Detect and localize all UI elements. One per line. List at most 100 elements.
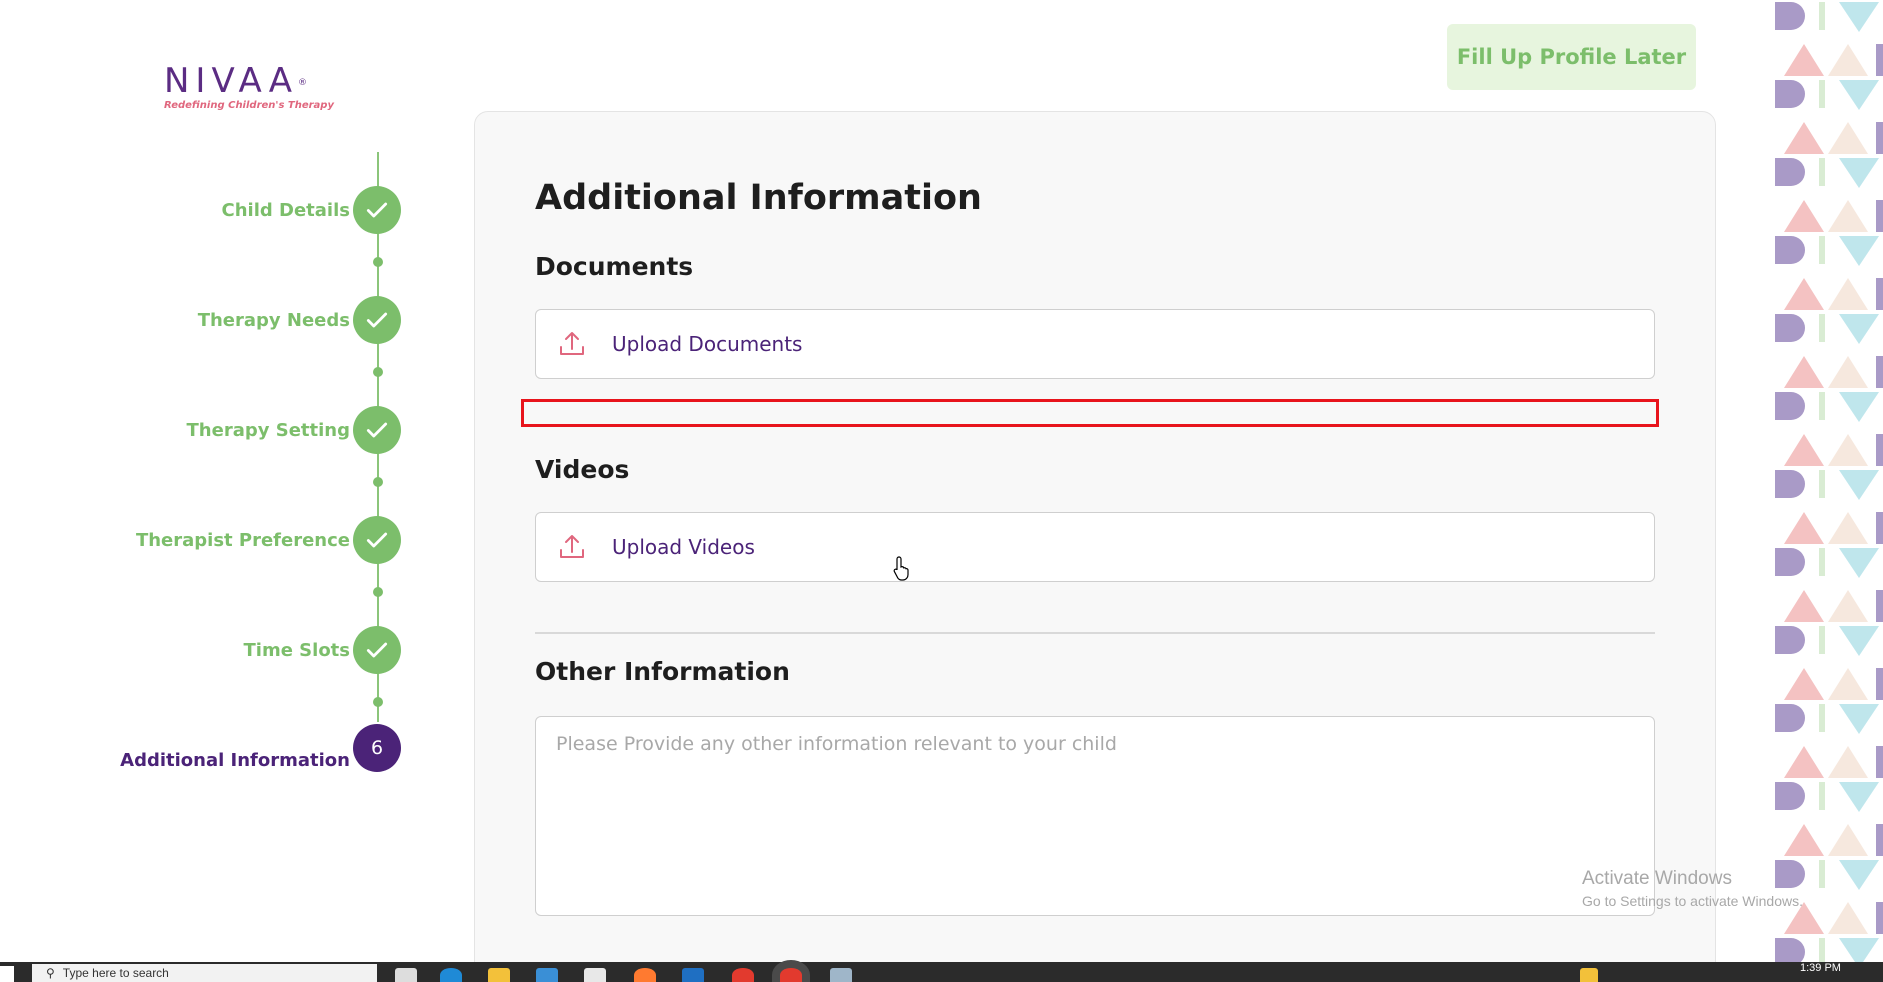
pattern-triangle-up — [1784, 668, 1824, 700]
step-connector-dot — [373, 367, 383, 377]
file-explorer-icon[interactable] — [488, 968, 510, 982]
other-information-textarea[interactable] — [535, 716, 1655, 916]
pattern-triangle-down — [1839, 80, 1879, 110]
pattern-triangle-up — [1828, 278, 1868, 310]
pattern-triangle-up — [1784, 902, 1824, 934]
step-additional-information[interactable]: Additional Information — [120, 736, 380, 784]
check-icon — [353, 626, 401, 674]
edge-browser-icon[interactable] — [440, 968, 462, 982]
step-number-badge: 6 — [353, 724, 401, 772]
pattern-triangle-up — [1828, 44, 1868, 76]
step-connector-dot — [373, 257, 383, 267]
task-view-icon[interactable] — [395, 968, 417, 982]
pattern-triangle-up — [1828, 746, 1868, 778]
pattern-halfround — [1775, 938, 1805, 962]
step-therapy-setting[interactable]: Therapy Setting — [187, 406, 380, 454]
check-icon — [353, 186, 401, 234]
pattern-bar — [1819, 2, 1825, 30]
mail-icon[interactable] — [682, 968, 704, 982]
pattern-bar — [1819, 392, 1825, 420]
pattern-halfround — [1775, 626, 1805, 654]
store-icon[interactable] — [536, 968, 558, 982]
step-connector-dot — [373, 697, 383, 707]
pattern-triangle-up — [1828, 824, 1868, 856]
documents-heading: Documents — [535, 252, 694, 281]
pattern-triangle-down — [1839, 314, 1879, 344]
upload-icon — [556, 531, 588, 563]
taskbar-search[interactable]: ⚲ Type here to search — [32, 964, 377, 982]
pattern-triangle-up — [1828, 512, 1868, 544]
upload-videos-button[interactable]: Upload Videos — [535, 512, 1655, 582]
pattern-triangle-up — [1784, 590, 1824, 622]
app-icon[interactable] — [830, 968, 852, 982]
pattern-bar — [1819, 548, 1825, 576]
pattern-bar — [1819, 938, 1825, 962]
windows-start-icon[interactable] — [0, 966, 14, 982]
pattern-stub — [1876, 200, 1883, 232]
pattern-stub — [1876, 278, 1883, 310]
logo-wordmark: NIVAA® — [164, 61, 308, 101]
upload-documents-button[interactable]: Upload Documents — [535, 309, 1655, 379]
pattern-stub — [1876, 590, 1883, 622]
videos-heading: Videos — [535, 455, 630, 484]
step-label: Therapist Preference — [135, 529, 350, 551]
upload-documents-label: Upload Documents — [612, 332, 803, 356]
step-connector-dot — [373, 477, 383, 487]
pattern-halfround — [1775, 860, 1805, 888]
pattern-halfround — [1775, 314, 1805, 342]
pattern-stub — [1876, 746, 1883, 778]
pattern-triangle-up — [1828, 200, 1868, 232]
pattern-halfround — [1775, 2, 1805, 30]
pattern-stub — [1876, 44, 1883, 76]
firefox-icon[interactable] — [634, 968, 656, 982]
upload-icon — [556, 328, 588, 360]
upload-videos-label: Upload Videos — [612, 535, 755, 559]
geometric-pattern-graphic — [1775, 2, 1883, 962]
pattern-triangle-up — [1784, 512, 1824, 544]
pattern-bar — [1819, 782, 1825, 810]
fill-profile-later-button[interactable]: Fill Up Profile Later — [1447, 24, 1696, 90]
pattern-halfround — [1775, 470, 1805, 498]
hand-cursor-icon — [893, 556, 909, 581]
check-icon — [353, 406, 401, 454]
check-icon — [353, 516, 401, 564]
pattern-stub — [1876, 824, 1883, 856]
pattern-bar — [1819, 704, 1825, 732]
pattern-triangle-up — [1784, 746, 1824, 778]
pattern-triangle-down — [1839, 2, 1879, 32]
notepad-icon[interactable] — [584, 968, 606, 982]
check-icon — [353, 296, 401, 344]
pattern-triangle-up — [1784, 122, 1824, 154]
pattern-bar — [1819, 314, 1825, 342]
brand-logo: NIVAA® Redefining Children's Therapy — [164, 61, 334, 111]
chrome-icon[interactable] — [732, 968, 754, 982]
logo-tagline: Redefining Children's Therapy — [164, 100, 334, 111]
pattern-triangle-down — [1839, 548, 1879, 578]
pattern-bar — [1819, 860, 1825, 888]
highlight-box — [521, 399, 1659, 427]
pattern-triangle-up — [1784, 824, 1824, 856]
pattern-triangle-up — [1784, 356, 1824, 388]
pattern-triangle-up — [1828, 668, 1868, 700]
pattern-halfround — [1775, 704, 1805, 732]
windows-taskbar: ⚲ Type here to search 1:39 PM — [0, 962, 1883, 982]
other-information-heading: Other Information — [535, 657, 790, 686]
chrome-active-icon[interactable] — [780, 968, 802, 982]
step-label: Child Details — [221, 199, 350, 221]
pattern-triangle-up — [1784, 44, 1824, 76]
pattern-triangle-up — [1828, 434, 1868, 466]
pattern-bar — [1819, 80, 1825, 108]
pattern-triangle-up — [1784, 278, 1824, 310]
step-therapist-preference[interactable]: Therapist Preference — [136, 516, 380, 564]
step-label: Therapy Needs — [197, 309, 350, 331]
pattern-triangle-down — [1839, 158, 1879, 188]
pattern-triangle-up — [1828, 902, 1868, 934]
weather-icon[interactable] — [1580, 968, 1598, 982]
pattern-triangle-up — [1828, 122, 1868, 154]
step-label: Therapy Setting — [186, 419, 350, 441]
step-label: Additional Information — [120, 749, 350, 771]
pattern-triangle-down — [1839, 704, 1879, 734]
taskbar-clock[interactable]: 1:39 PM — [1800, 962, 1841, 974]
decorative-pattern — [1770, 0, 1883, 962]
pattern-bar — [1819, 470, 1825, 498]
